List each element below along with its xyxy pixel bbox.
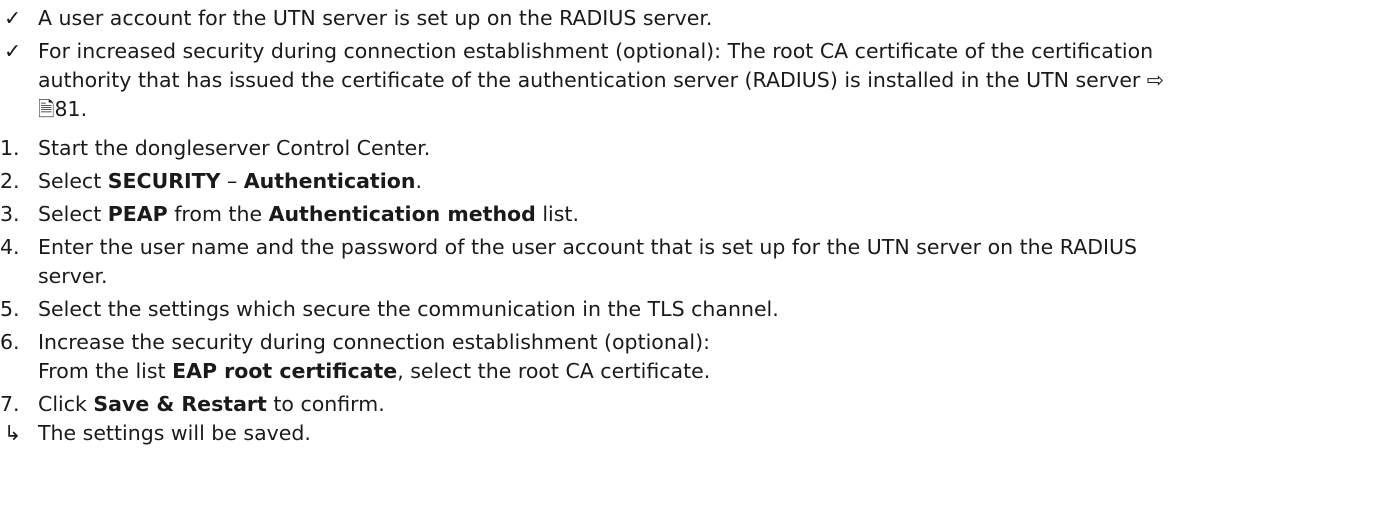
step-text-middle: from the — [167, 202, 269, 226]
page-reference-number: 81. — [54, 97, 88, 121]
step-number: 2. — [0, 169, 20, 193]
list-name: Authentication method — [268, 202, 536, 226]
step-number: 4. — [0, 235, 20, 259]
submenu-name: Authentication — [243, 169, 416, 193]
step-text-suffix: . — [415, 169, 422, 193]
step-text-prefix: Click — [38, 392, 94, 416]
step-text-line: server. — [38, 264, 108, 288]
page-reference[interactable]: 🗎81. — [38, 95, 1358, 124]
step-text-prefix: From the list — [38, 359, 173, 383]
result-item: ↳ The settings will be saved. — [0, 419, 1378, 448]
step-text-prefix: Select — [38, 169, 108, 193]
result-arrow-icon: ↳ — [4, 421, 22, 445]
step-text: Select the settings which secure the com… — [38, 297, 779, 321]
step-text-suffix: , select the root CA certificate. — [397, 359, 711, 383]
step-text-prefix: Select — [38, 202, 108, 226]
step-number: 3. — [0, 202, 20, 226]
step-text-separator: – — [220, 169, 244, 193]
list-name: EAP root certificate — [172, 359, 398, 383]
step-number: 7. — [0, 392, 20, 416]
button-name: Save & Restart — [93, 392, 267, 416]
prerequisite-text-line: For increased security during connection… — [38, 39, 1154, 63]
checkmark-icon: ✓ — [4, 6, 22, 30]
prerequisite-item: ✓ A user account for the UTN server is s… — [0, 4, 1378, 33]
step-item: 7. Click Save & Restart to confirm. — [0, 390, 1378, 419]
prerequisite-text: A user account for the UTN server is set… — [38, 6, 713, 30]
step-number: 6. — [0, 330, 20, 354]
step-text-suffix: list. — [535, 202, 579, 226]
step-item: 1. Start the dongleserver Control Center… — [0, 134, 1378, 163]
instruction-page: ✓ A user account for the UTN server is s… — [0, 0, 1378, 526]
step-item: 5. Select the settings which secure the … — [0, 295, 1378, 324]
step-number: 1. — [0, 136, 20, 160]
step-item: 2. Select SECURITY – Authentication. — [0, 167, 1378, 196]
step-text-line: From the list EAP root certificate, sele… — [38, 357, 1358, 386]
step-item: 3. Select PEAP from the Authentication m… — [0, 200, 1378, 229]
step-text: Start the dongleserver Control Center. — [38, 136, 431, 160]
prerequisite-text-line: authority that has issued the certificat… — [38, 68, 1165, 92]
step-number: 5. — [0, 297, 20, 321]
step-text-line: Enter the user name and the password of … — [38, 235, 1138, 259]
prerequisite-item: ✓ For increased security during connecti… — [0, 37, 1378, 124]
step-text-line: Increase the security during connection … — [38, 330, 710, 354]
step-item: 6. Increase the security during connecti… — [0, 328, 1378, 386]
result-text: The settings will be saved. — [38, 421, 311, 445]
menu-name: SECURITY — [107, 169, 221, 193]
option-name: PEAP — [107, 202, 168, 226]
step-text-suffix: to confirm. — [266, 392, 385, 416]
checkmark-icon: ✓ — [4, 39, 22, 63]
step-item: 4. Enter the user name and the password … — [0, 233, 1378, 291]
document-icon: 🗎 — [38, 97, 55, 121]
